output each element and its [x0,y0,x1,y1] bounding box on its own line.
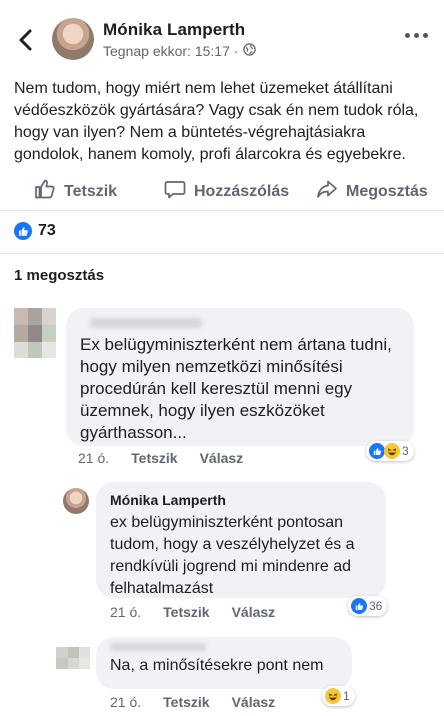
reply-author-avatar[interactable] [63,488,89,514]
comment-reaction-count: 3 [402,444,409,458]
comment-bubble[interactable]: Na, a minősítésekre pont nem [96,637,352,689]
reply-reply-link[interactable]: Válasz [232,604,276,620]
thumbs-up-icon [34,178,56,205]
reply-reactions-badge[interactable]: 36 [348,596,388,616]
share-button[interactable]: Megosztás [316,178,428,205]
reply-meta: 21 ó. Tetszik Válasz [110,604,275,620]
reply-author-name[interactable]: Mónika Lamperth [110,492,372,508]
back-arrow-icon[interactable] [16,28,36,52]
like-button[interactable]: Tetszik [34,178,117,205]
comment-reply-link[interactable]: Válasz [200,450,244,466]
reaction-count: 73 [38,222,56,239]
reactions-summary[interactable]: 73 [14,222,56,240]
comment-like-link[interactable]: Tetszik [131,450,177,466]
haha-reaction-icon [325,688,341,704]
comment-bubble[interactable]: Ex belügyminiszterként nem ártana tudni,… [66,308,414,446]
post-author-name[interactable]: Mónika Lamperth [103,20,245,40]
comment-meta: 21 ó. Tetszik Válasz [110,694,275,710]
comment-text: Ex belügyminiszterként nem ártana tudni,… [80,335,392,442]
reply-time: 21 ó. [110,604,142,620]
comment-text: Na, a minősítésekre pont nem [110,657,324,674]
reply-reaction-count: 36 [369,599,383,613]
comment-bubble-icon [164,178,186,205]
comment-button[interactable]: Hozzászólás [164,178,289,205]
commenter-avatar-blurred[interactable] [14,308,56,358]
comment-label: Hozzászólás [194,182,290,200]
divider [0,210,444,211]
commenter-name-redacted [110,643,206,651]
reply-like-link[interactable]: Tetszik [163,604,209,620]
share-label: Megosztás [346,182,428,200]
reply-text: ex belügyminiszterként pontosan tudom, h… [110,514,355,597]
post-timestamp[interactable]: Tegnap ekkor: 15:17 · [103,43,238,59]
share-arrow-icon [316,178,338,205]
like-reaction-icon [14,222,32,240]
more-options-icon[interactable] [405,33,428,38]
comment-reactions-badge[interactable]: 3 [366,441,414,461]
haha-reaction-icon [384,443,400,459]
comment-reaction-count: 1 [343,689,350,703]
comment-meta: 21 ó. Tetszik Válasz [78,450,243,466]
comment-like-link[interactable]: Tetszik [163,694,209,710]
comment-time: 21 ó. [110,694,142,710]
author-avatar[interactable] [52,18,94,60]
like-reaction-icon [351,598,367,614]
divider [0,253,444,254]
post-meta: Tegnap ekkor: 15:17 · [103,43,257,59]
commenter-avatar-blurred[interactable] [56,647,90,669]
comment-reactions-badge[interactable]: 1 [322,686,355,706]
reply-bubble[interactable]: Mónika Lamperth ex belügyminiszterként p… [96,482,386,598]
like-reaction-icon [369,443,385,459]
post-text: Nem tudom, hogy miért nem lehet üzemeket… [14,80,419,163]
comment-reply-link[interactable]: Válasz [232,694,276,710]
comment-time: 21 ó. [78,450,110,466]
commenter-name-redacted [90,318,202,328]
like-label: Tetszik [64,182,118,200]
globe-icon [243,43,257,59]
shares-count[interactable]: 1 megosztás [14,267,104,284]
